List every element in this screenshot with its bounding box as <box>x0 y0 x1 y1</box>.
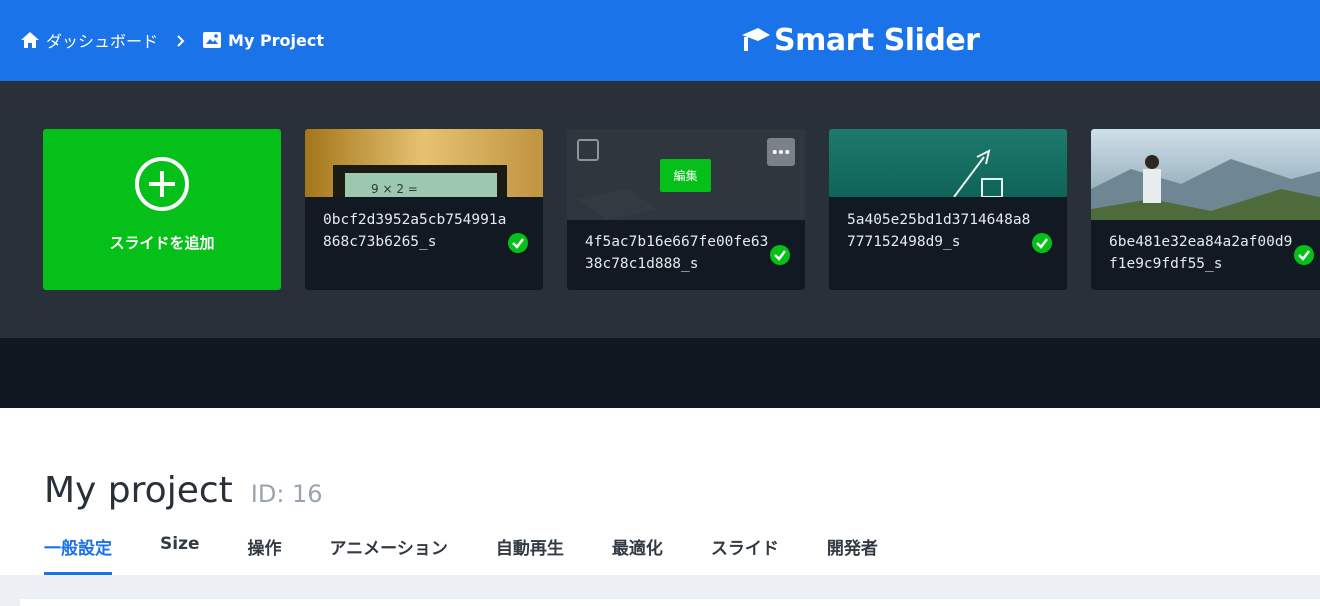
project-heading: My project ID: 16 <box>44 470 323 511</box>
graduation-cap-icon <box>738 23 772 57</box>
check-circle-icon <box>1294 245 1314 265</box>
slide-name: 0bcf2d3952a5cb754991a868c73b6265_s <box>323 212 507 250</box>
slide-thumbnail <box>829 129 1067 197</box>
tab-developer[interactable]: 開発者 <box>827 534 878 575</box>
check-circle-icon <box>770 245 790 265</box>
slide-card[interactable]: 編集 4f5ac7b16e667fe00fe6338c78c1d888_s <box>567 129 805 290</box>
breadcrumb-dashboard[interactable]: ダッシュボード <box>46 28 158 52</box>
tab-autoplay[interactable]: 自動再生 <box>496 534 564 575</box>
slide-thumbnail <box>1091 129 1320 220</box>
tab-animation[interactable]: アニメーション <box>330 534 448 575</box>
add-slide-label: スライドを追加 <box>109 234 215 252</box>
slide-card[interactable]: 9 × 2 = 0bcf2d3952a5cb754991a868c73b6265… <box>305 129 543 290</box>
more-icon[interactable] <box>767 138 795 166</box>
settings-panel: My project ID: 16 一般設定 Size 操作 アニメーション 自… <box>0 408 1320 575</box>
chevron-right-icon <box>174 33 188 47</box>
slide-card[interactable]: 5a405e25bd1d3714648a8777152498d9_s <box>829 129 1067 290</box>
tab-size[interactable]: Size <box>160 534 200 575</box>
tab-slides[interactable]: スライド <box>711 534 779 575</box>
logo-text: Smart Slider <box>774 22 980 58</box>
breadcrumb: ダッシュボード My Project <box>20 26 324 54</box>
slides-area: スライドを追加 9 × 2 = 0bcf2d3952a5cb754991a868… <box>0 81 1320 338</box>
breadcrumb-project[interactable]: My Project <box>228 31 324 50</box>
tab-optimize[interactable]: 最適化 <box>612 534 663 575</box>
check-circle-icon <box>1032 233 1052 253</box>
top-bar: ダッシュボード My Project Smart Slider <box>0 0 1320 81</box>
slide-name: 6be481e32ea84a2af00d9f1e9c9fdf55_s <box>1109 234 1293 272</box>
tab-general[interactable]: 一般設定 <box>44 534 112 575</box>
add-slide-button[interactable]: スライドを追加 <box>43 129 281 290</box>
slide-card[interactable]: 6be481e32ea84a2af00d9f1e9c9fdf55_s <box>1091 129 1320 290</box>
smart-slider-logo: Smart Slider <box>738 20 980 60</box>
check-circle-icon <box>508 233 528 253</box>
edit-slide-button[interactable]: 編集 <box>660 159 711 192</box>
slide-select-checkbox[interactable] <box>577 139 599 161</box>
tab-controls[interactable]: 操作 <box>248 534 282 575</box>
slide-thumbnail: 9 × 2 = <box>305 129 543 197</box>
svg-text:9 × 2 =: 9 × 2 = <box>371 182 418 196</box>
plus-circle-icon <box>135 157 189 211</box>
slide-name: 4f5ac7b16e667fe00fe6338c78c1d888_s <box>585 234 769 272</box>
preview-band <box>0 338 1320 408</box>
slide-name: 5a405e25bd1d3714648a8777152498d9_s <box>847 212 1031 250</box>
content-area <box>0 575 1320 606</box>
page-title: My project <box>44 470 233 511</box>
home-icon[interactable] <box>20 30 40 50</box>
settings-tabs: 一般設定 Size 操作 アニメーション 自動再生 最適化 スライド 開発者 <box>44 534 926 575</box>
project-id: ID: 16 <box>250 480 323 508</box>
image-icon <box>202 30 222 50</box>
content-card <box>20 599 1320 606</box>
